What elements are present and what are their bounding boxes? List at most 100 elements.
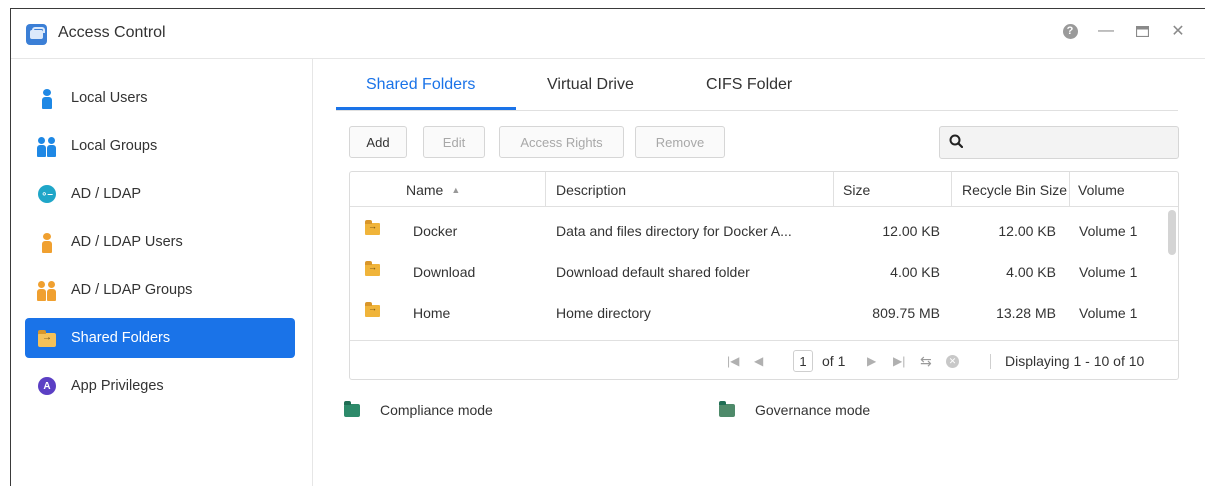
page-number-input[interactable]: 1: [793, 350, 813, 372]
cell-recycle-bin-size: 13.28 MB: [996, 304, 1056, 321]
governance-mode-icon: [719, 400, 735, 417]
sidebar-item-local-users[interactable]: Local Users: [25, 78, 295, 118]
privileges-icon: A: [38, 377, 56, 395]
last-page-icon: ▶|: [893, 354, 906, 368]
column-header-size[interactable]: Size: [833, 172, 951, 207]
previous-page-button[interactable]: ◀: [754, 341, 763, 381]
cell-description: Data and files directory for Docker A...: [556, 222, 792, 239]
page-count: of 1: [822, 353, 846, 369]
sidebar-item-ad-ldap-users[interactable]: AD / LDAP Users: [25, 222, 295, 262]
sidebar-item-label: Local Users: [71, 90, 148, 106]
shared-folder-icon: [365, 302, 380, 317]
cell-name: Home: [413, 304, 451, 321]
search-icon: [949, 134, 963, 148]
close-icon: ✕: [1171, 23, 1185, 40]
tab-virtual-drive[interactable]: Virtual Drive: [547, 76, 634, 94]
sidebar-item-app-privileges[interactable]: A App Privileges: [25, 366, 295, 406]
shared-folder-icon: [365, 220, 380, 235]
search-input[interactable]: [939, 126, 1179, 159]
sidebar-item-ad-ldap[interactable]: ∘– AD / LDAP: [25, 174, 295, 214]
cell-volume: Volume 1: [1079, 263, 1138, 280]
group-icon: [37, 281, 56, 301]
sidebar-item-label: Shared Folders: [71, 330, 171, 346]
stop-button[interactable]: ✕: [946, 341, 959, 381]
sidebar: Local Users Local Groups ∘– AD / LDAP AD…: [11, 59, 313, 486]
tab-bar: Shared Folders Virtual Drive CIFS Folder: [336, 59, 1178, 111]
cell-volume: Volume 1: [1079, 304, 1138, 321]
remove-button[interactable]: Remove: [635, 126, 725, 158]
table-row[interactable]: Home Home directory 809.75 MB 13.28 MB V…: [350, 292, 1165, 333]
access-control-app-icon: [26, 24, 47, 45]
table-header: Name ▲ Description Size Recycle Bin Size …: [350, 172, 1178, 207]
sidebar-item-shared-folders[interactable]: Shared Folders: [25, 318, 295, 358]
cell-volume: Volume 1: [1079, 222, 1138, 239]
pagination-bar: |◀ ◀ 1 of 1 ▶ ▶| ⇆ ✕ Displaying 1 - 10 o…: [350, 340, 1178, 380]
first-page-button[interactable]: |◀: [727, 341, 739, 381]
column-header-name[interactable]: Name ▲: [406, 172, 546, 207]
refresh-icon: ⇆: [920, 352, 932, 369]
sidebar-item-local-groups[interactable]: Local Groups: [25, 126, 295, 166]
tab-cifs-folder[interactable]: CIFS Folder: [706, 76, 792, 94]
table-row[interactable]: Docker Data and files directory for Dock…: [350, 210, 1165, 251]
user-icon: [39, 89, 55, 109]
legend-label: Governance mode: [755, 402, 871, 418]
cell-description: Download default shared folder: [556, 263, 750, 280]
refresh-button[interactable]: ⇆: [920, 341, 932, 381]
sidebar-item-label: App Privileges: [71, 378, 164, 394]
group-icon: [37, 137, 56, 157]
folder-icon: [38, 330, 56, 351]
close-button[interactable]: ✕: [1170, 23, 1186, 40]
legend-label: Compliance mode: [380, 402, 493, 418]
shared-folder-icon: [365, 261, 380, 276]
cell-size: 12.00 KB: [882, 222, 940, 239]
sidebar-item-label: Local Groups: [71, 138, 158, 154]
window-controls: ? — ✕: [1062, 22, 1186, 40]
cell-recycle-bin-size: 4.00 KB: [1006, 263, 1056, 280]
edit-button[interactable]: Edit: [423, 126, 485, 158]
maximize-icon: [1135, 25, 1149, 37]
sort-ascending-icon: ▲: [451, 184, 461, 195]
cell-recycle-bin-size: 12.00 KB: [998, 222, 1056, 239]
minimize-button[interactable]: —: [1098, 22, 1114, 39]
pager-divider: [990, 354, 991, 369]
table-row[interactable]: Download Download default shared folder …: [350, 251, 1165, 292]
column-header-description[interactable]: Description: [545, 172, 835, 207]
legend-governance: Governance mode: [719, 400, 871, 419]
first-page-icon: |◀: [727, 354, 740, 368]
add-button[interactable]: Add: [349, 126, 407, 158]
tab-shared-folders[interactable]: Shared Folders: [366, 76, 475, 94]
column-header-recycle-bin-size[interactable]: Recycle Bin Size: [951, 172, 1069, 207]
cell-size: 809.75 MB: [872, 304, 940, 321]
legend-compliance: Compliance mode: [344, 400, 493, 419]
help-icon: ?: [1062, 23, 1078, 39]
next-page-button[interactable]: ▶: [867, 341, 876, 381]
next-page-icon: ▶: [867, 354, 877, 368]
cell-name: Download: [413, 263, 476, 280]
user-icon: [39, 233, 55, 253]
cell-name: Docker: [413, 222, 458, 239]
key-icon: ∘–: [38, 185, 56, 203]
main-panel: Shared Folders Virtual Drive CIFS Folder…: [314, 59, 1205, 486]
access-rights-button[interactable]: Access Rights: [499, 126, 624, 158]
access-control-window: Access Control ? — ✕ Local Users Local G…: [10, 8, 1205, 486]
sidebar-item-label: AD / LDAP Groups: [71, 282, 193, 298]
column-header-volume[interactable]: Volume: [1069, 172, 1178, 207]
title-bar: Access Control ? — ✕: [11, 9, 1205, 59]
cell-size: 4.00 KB: [890, 263, 940, 280]
sidebar-item-label: AD / LDAP Users: [71, 234, 183, 250]
window-title: Access Control: [58, 24, 166, 41]
sidebar-item-label: AD / LDAP: [71, 186, 142, 202]
compliance-mode-icon: [344, 400, 360, 417]
active-tab-indicator: [336, 107, 516, 110]
shared-folders-table: Name ▲ Description Size Recycle Bin Size …: [349, 171, 1179, 380]
vertical-scrollbar[interactable]: [1168, 210, 1176, 255]
minimize-icon: —: [1098, 22, 1114, 39]
previous-page-icon: ◀: [754, 354, 764, 368]
last-page-button[interactable]: ▶|: [893, 341, 905, 381]
cancel-icon: ✕: [946, 354, 959, 368]
sidebar-item-ad-ldap-groups[interactable]: AD / LDAP Groups: [25, 270, 295, 310]
help-button[interactable]: ?: [1062, 23, 1078, 39]
maximize-button[interactable]: [1134, 23, 1150, 39]
displaying-text: Displaying 1 - 10 of 10: [1005, 353, 1145, 369]
cell-description: Home directory: [556, 304, 651, 321]
